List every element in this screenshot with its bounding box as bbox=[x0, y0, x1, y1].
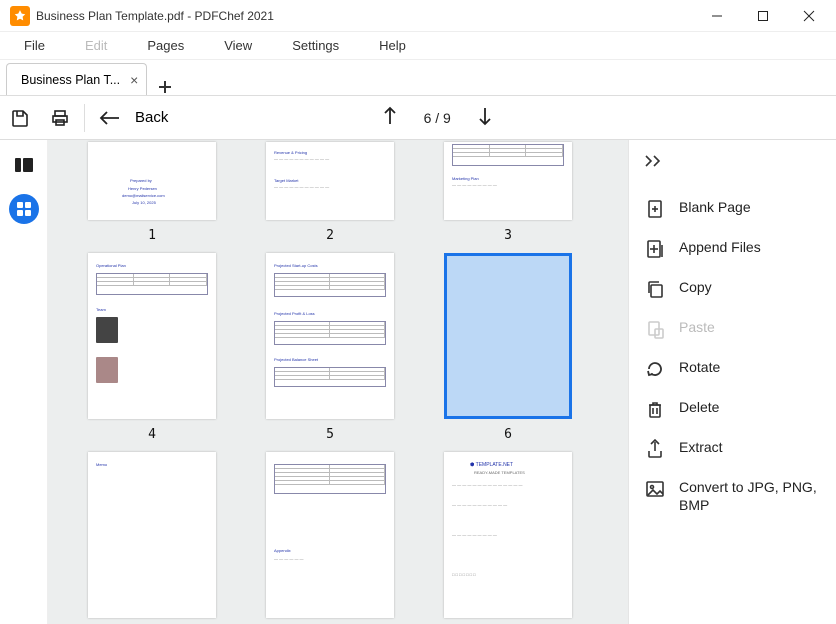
menu-settings[interactable]: Settings bbox=[292, 38, 339, 53]
thumbnails-view-icon[interactable] bbox=[9, 194, 39, 224]
menubar: File Edit Pages View Settings Help bbox=[0, 32, 836, 60]
page-thumbnail[interactable]: Appendix — — — — — — 8 bbox=[266, 452, 394, 624]
window-controls bbox=[694, 0, 832, 32]
back-button[interactable]: Back bbox=[89, 109, 178, 126]
next-page-button[interactable] bbox=[477, 106, 493, 129]
page-number: 6 bbox=[504, 427, 512, 442]
app-icon bbox=[10, 6, 30, 26]
thumbnails-area[interactable]: Prepared by Henry Pedersen demo@mailserv… bbox=[48, 140, 628, 624]
blank-page-button[interactable]: Blank Page bbox=[641, 189, 824, 229]
blank-page-label: Blank Page bbox=[679, 199, 751, 217]
page-thumbnail[interactable]: Prepared by Henry Pedersen demo@mailserv… bbox=[88, 142, 216, 243]
window-title: Business Plan Template.pdf - PDFChef 202… bbox=[36, 9, 694, 23]
page-thumbnail[interactable]: Memo 7 bbox=[88, 452, 216, 624]
paste-label: Paste bbox=[679, 319, 715, 337]
minimize-button[interactable] bbox=[694, 0, 740, 32]
left-sidebar bbox=[0, 140, 48, 624]
toolbar-divider bbox=[84, 104, 85, 132]
extract-label: Extract bbox=[679, 439, 723, 457]
page-number: 5 bbox=[326, 427, 334, 442]
menu-help[interactable]: Help bbox=[379, 38, 406, 53]
maximize-button[interactable] bbox=[740, 0, 786, 32]
document-tab[interactable]: Business Plan T... × bbox=[6, 63, 147, 95]
page-thumbnail[interactable]: Projected Start-up Costs Projected Profi… bbox=[266, 253, 394, 442]
menu-pages[interactable]: Pages bbox=[147, 38, 184, 53]
workspace: Prepared by Henry Pedersen demo@mailserv… bbox=[0, 140, 836, 624]
rotate-button[interactable]: Rotate bbox=[641, 349, 824, 389]
page-thumbnail-selected[interactable]: 6 bbox=[444, 253, 572, 442]
prev-page-button[interactable] bbox=[382, 106, 398, 129]
delete-button[interactable]: Delete bbox=[641, 389, 824, 429]
page-indicator: 6 / 9 bbox=[424, 110, 451, 126]
new-tab-button[interactable] bbox=[147, 79, 183, 95]
convert-label: Convert to JPG, PNG, BMP bbox=[679, 479, 824, 514]
tab-label: Business Plan T... bbox=[21, 73, 120, 87]
menu-file[interactable]: File bbox=[24, 38, 45, 53]
extract-button[interactable]: Extract bbox=[641, 429, 824, 469]
tabbar: Business Plan T... × bbox=[0, 60, 836, 96]
page-number: 2 bbox=[326, 228, 334, 243]
page-number: 4 bbox=[148, 427, 156, 442]
page-thumbnail[interactable]: Revenue & Pricing — — — — — — — — — — — … bbox=[266, 142, 394, 243]
append-files-button[interactable]: Append Files bbox=[641, 229, 824, 269]
titlebar: Business Plan Template.pdf - PDFChef 202… bbox=[0, 0, 836, 32]
page-number: 3 bbox=[504, 228, 512, 243]
append-files-label: Append Files bbox=[679, 239, 761, 257]
right-panel: Blank Page Append Files Copy Paste Rotat… bbox=[628, 140, 836, 624]
panels-icon[interactable] bbox=[9, 150, 39, 180]
save-button[interactable] bbox=[0, 96, 40, 140]
collapse-panel-button[interactable] bbox=[641, 154, 824, 173]
toolbar: Back 6 / 9 bbox=[0, 96, 836, 140]
paste-button: Paste bbox=[641, 309, 824, 349]
rotate-label: Rotate bbox=[679, 359, 720, 377]
convert-button[interactable]: Convert to JPG, PNG, BMP bbox=[641, 469, 824, 524]
menu-edit[interactable]: Edit bbox=[85, 38, 107, 53]
back-label: Back bbox=[135, 109, 168, 126]
page-nav: 6 / 9 bbox=[382, 106, 493, 129]
copy-label: Copy bbox=[679, 279, 712, 297]
close-tab-icon[interactable]: × bbox=[130, 72, 138, 88]
delete-label: Delete bbox=[679, 399, 719, 417]
page-thumbnail[interactable]: Operational Plan Team 4 bbox=[88, 253, 216, 442]
close-button[interactable] bbox=[786, 0, 832, 32]
menu-view[interactable]: View bbox=[224, 38, 252, 53]
page-thumbnail[interactable]: ⬢ TEMPLATE.NET READY-MADE TEMPLATES — — … bbox=[444, 452, 572, 624]
page-number: 1 bbox=[148, 228, 156, 243]
page-thumbnail[interactable]: Marketing Plan — — — — — — — — — 3 bbox=[444, 142, 572, 243]
copy-button[interactable]: Copy bbox=[641, 269, 824, 309]
print-button[interactable] bbox=[40, 96, 80, 140]
